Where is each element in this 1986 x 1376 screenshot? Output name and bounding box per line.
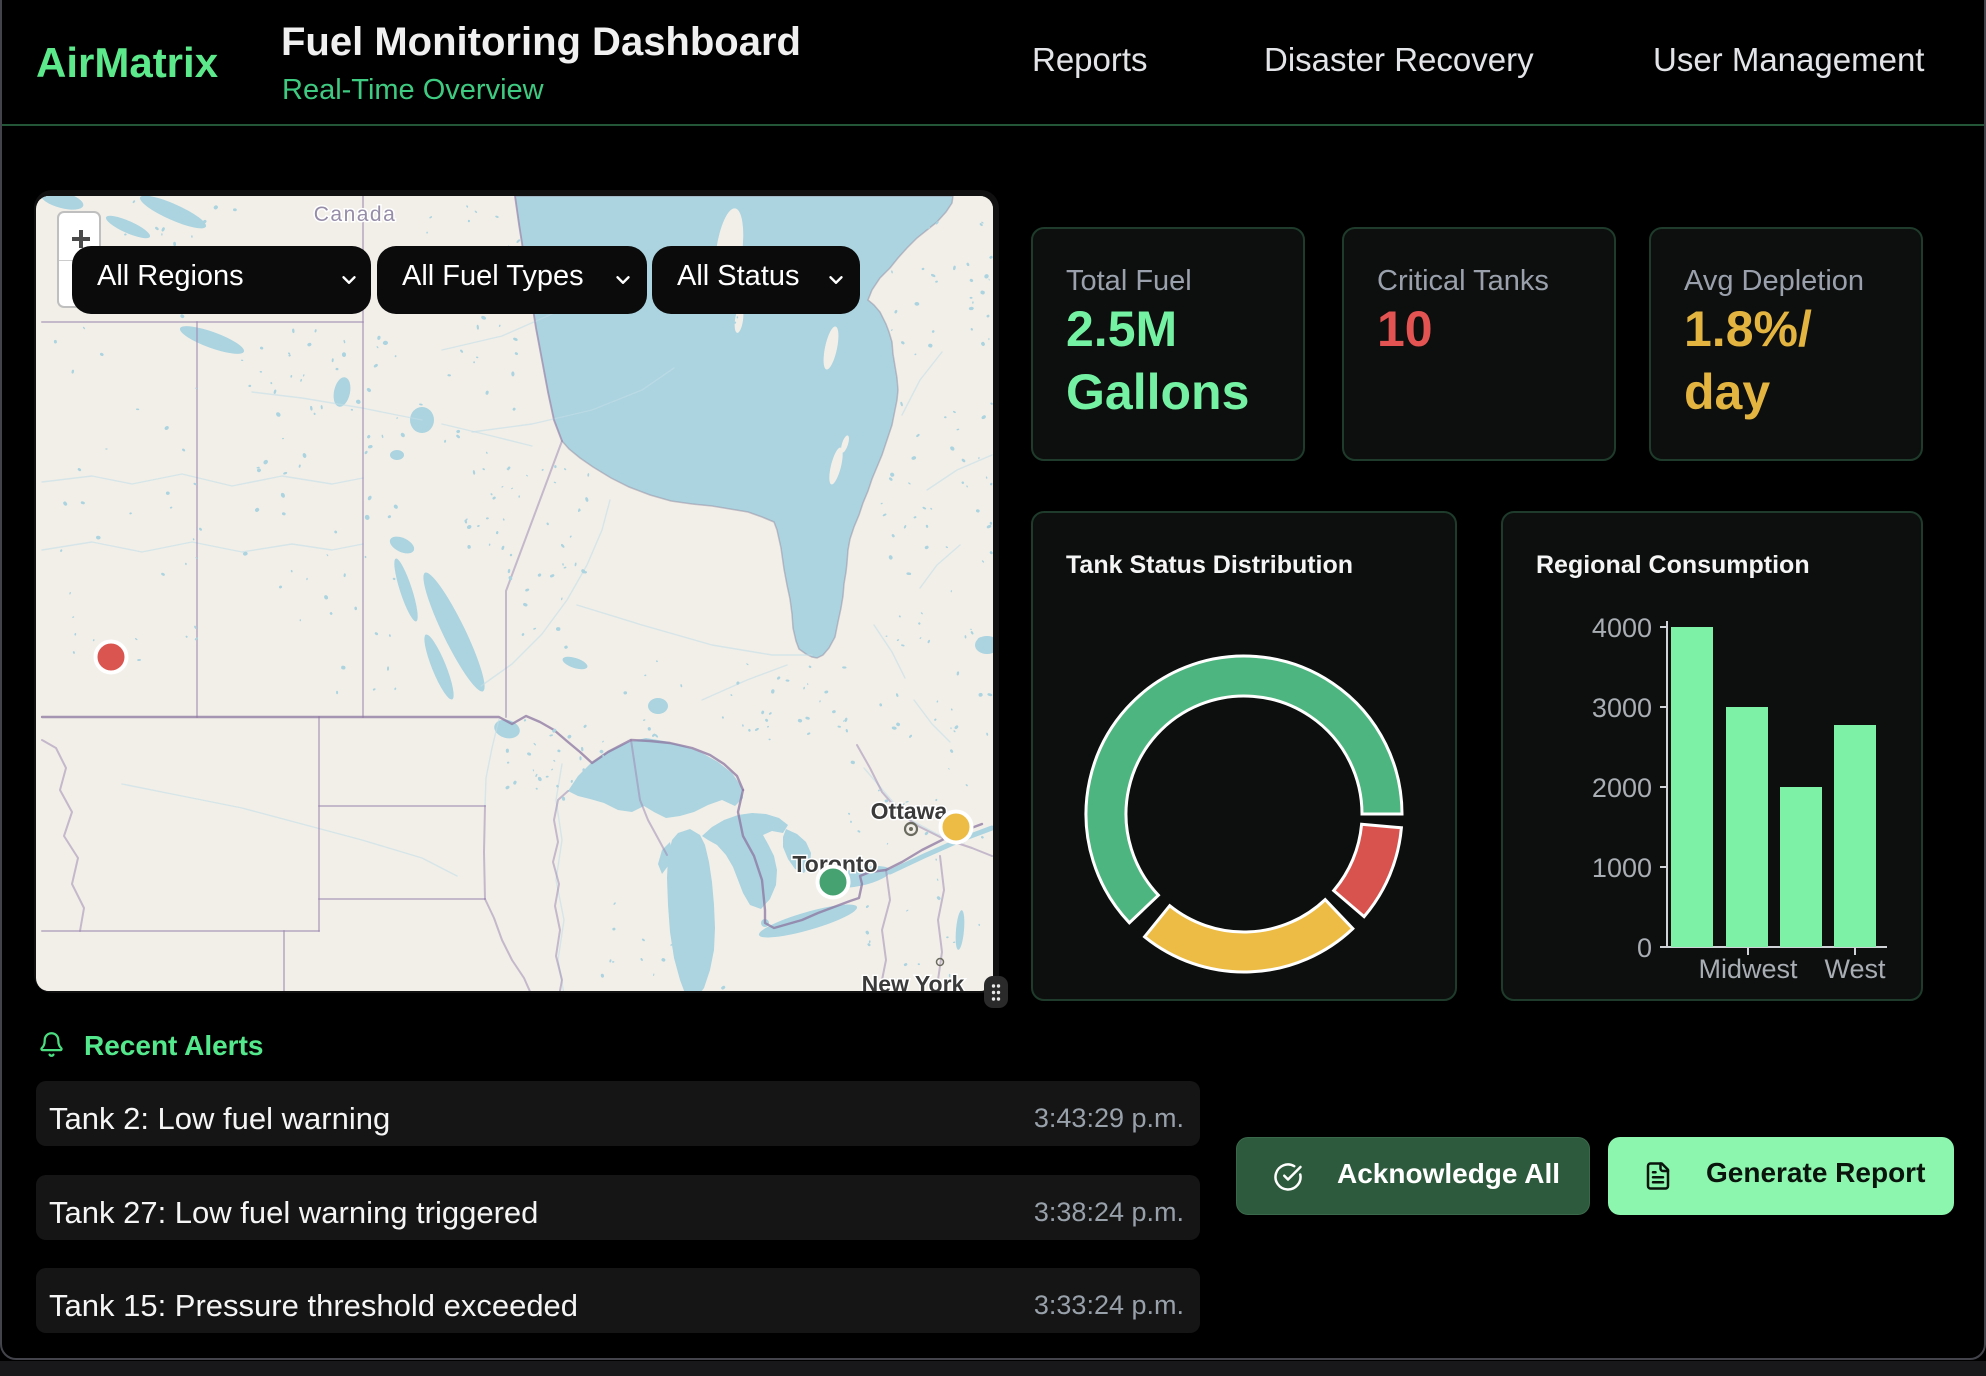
svg-text:West: West <box>1824 954 1886 984</box>
svg-text:0: 0 <box>1637 933 1652 963</box>
svg-text:1000: 1000 <box>1592 853 1652 883</box>
svg-text:Ottawa: Ottawa <box>871 798 948 824</box>
svg-text:Canada: Canada <box>314 203 397 226</box>
svg-text:New York: New York <box>862 971 965 991</box>
svg-text:Midwest: Midwest <box>1698 954 1798 984</box>
svg-text:4000: 4000 <box>1592 613 1652 643</box>
svg-text:3000: 3000 <box>1592 693 1652 723</box>
svg-text:2000: 2000 <box>1592 773 1652 803</box>
